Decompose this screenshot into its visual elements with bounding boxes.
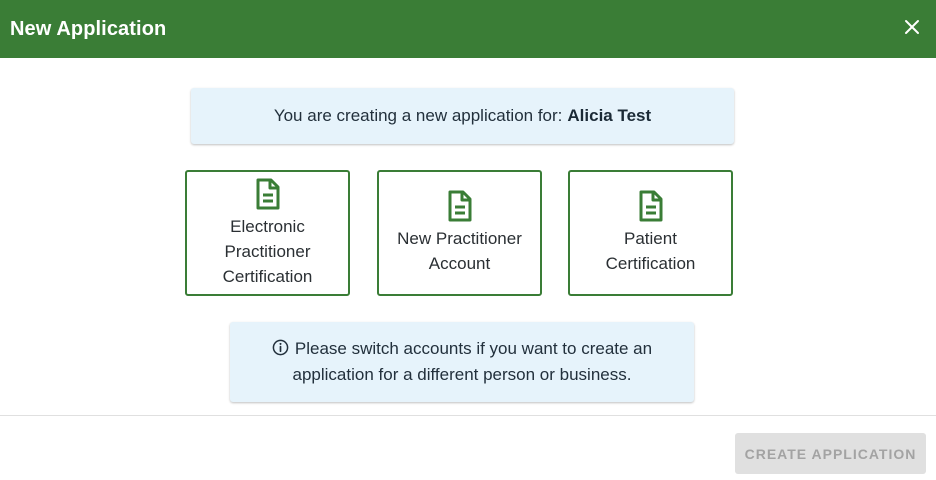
option-electronic-practitioner-certification[interactable]: Electronic Practitioner Certification — [185, 170, 350, 296]
info-icon — [272, 339, 289, 356]
applicant-banner-prefix: You are creating a new application for: — [273, 106, 563, 125]
document-icon — [256, 178, 279, 209]
document-icon — [448, 190, 471, 222]
footer-divider — [0, 415, 936, 416]
option-new-practitioner-account[interactable]: New Practitioner Account — [377, 170, 542, 296]
applicant-banner: You are creating a new application for: … — [191, 88, 734, 144]
document-icon — [639, 190, 662, 222]
dialog-content: You are creating a new application for: … — [0, 58, 936, 415]
dialog-header: New Application — [0, 0, 936, 58]
create-application-button[interactable]: CREATE APPLICATION — [735, 433, 926, 474]
option-label: Electronic Practitioner Certification — [222, 216, 313, 286]
applicant-name: Alicia Test — [567, 106, 652, 125]
info-banner-text: Please switch accounts if you want to cr… — [272, 336, 652, 388]
option-patient-certification[interactable]: Patient Certification — [568, 170, 733, 296]
dialog-title: New Application — [10, 17, 167, 40]
option-label: Patient Certification — [605, 229, 696, 273]
info-line-2: application for a different person or bu… — [292, 365, 632, 384]
info-banner: Please switch accounts if you want to cr… — [230, 322, 694, 402]
option-label: New Practitioner Account — [397, 229, 522, 273]
close-button[interactable] — [900, 15, 924, 39]
info-line-1: Please switch accounts if you want to cr… — [294, 339, 653, 358]
close-icon — [905, 20, 919, 34]
